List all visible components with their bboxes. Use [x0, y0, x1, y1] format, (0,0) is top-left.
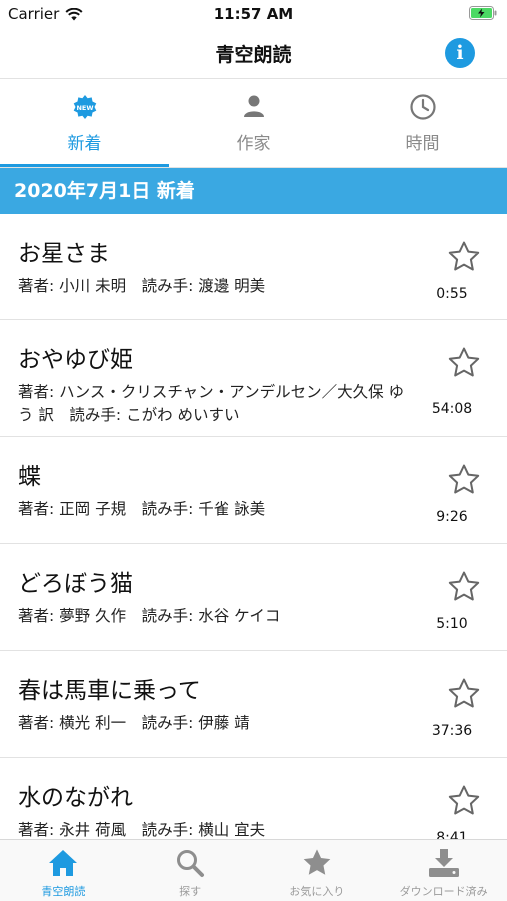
svg-text:NEW: NEW: [76, 104, 93, 112]
item-meta: 著者: 正岡 子規 読み手: 千雀 詠美: [18, 500, 266, 518]
tab-favorites-label: お気に入り: [289, 885, 345, 898]
tab-time[interactable]: 時間: [338, 79, 507, 167]
tab-favorites[interactable]: お気に入り: [254, 840, 381, 901]
battery-charging-icon: [469, 6, 497, 20]
item-duration: 0:55: [436, 286, 468, 302]
status-bar: Carrier 11:57 AM: [0, 0, 507, 28]
list-item[interactable]: お星さま 著者: 小川 未明 読み手: 渡邊 明美 0:55: [0, 214, 507, 320]
category-tabs: NEW 新着 作家 時間: [0, 79, 507, 168]
tab-home-label: 青空朗読: [41, 885, 86, 898]
clock-icon: [409, 94, 436, 120]
item-meta: 著者: 横光 利一 読み手: 伊藤 靖: [18, 714, 250, 732]
info-icon: i: [456, 42, 464, 64]
tab-home[interactable]: 青空朗読: [0, 840, 127, 901]
recording-list[interactable]: お星さま 著者: 小川 未明 読み手: 渡邊 明美 0:55 おやゆび姫 著者:…: [0, 214, 507, 839]
tab-time-label: 時間: [405, 134, 440, 154]
item-title: どろぼう猫: [18, 571, 133, 597]
item-title: 春は馬車に乗って: [18, 678, 201, 704]
list-item[interactable]: 蝶 著者: 正岡 子規 読み手: 千雀 詠美 9:26: [0, 437, 507, 544]
home-icon: [49, 850, 78, 876]
tab-author-label: 作家: [236, 134, 271, 154]
list-item[interactable]: おやゆび姫 著者: ハンス・クリスチャン・アンデルセン／大久保 ゆう 訳 読み手…: [0, 320, 507, 437]
search-icon: [177, 850, 205, 877]
download-icon: [428, 849, 459, 877]
tab-downloads[interactable]: ダウンロード済み: [380, 840, 507, 901]
item-title: 水のながれ: [18, 785, 133, 811]
item-duration: 5:10: [436, 616, 468, 632]
favorite-star-icon[interactable]: [447, 677, 481, 711]
list-item[interactable]: 春は馬車に乗って 著者: 横光 利一 読み手: 伊藤 靖 37:36: [0, 651, 507, 758]
item-title: 蝶: [18, 464, 41, 490]
item-title: お星さま: [18, 241, 110, 267]
selected-tab-indicator: [0, 164, 169, 167]
page-title: 青空朗読: [215, 44, 292, 66]
item-meta: 著者: 夢野 久作 読み手: 水谷 ケイコ: [18, 607, 281, 625]
item-duration: 54:08: [431, 401, 473, 417]
item-duration: 9:26: [436, 509, 468, 525]
clock-time: 11:57 AM: [213, 5, 294, 23]
item-meta: 著者: ハンス・クリスチャン・アンデルセン／大久保 ゆう 訳 読み手: こがわ …: [18, 383, 404, 424]
list-item[interactable]: どろぼう猫 著者: 夢野 久作 読み手: 水谷 ケイコ 5:10: [0, 544, 507, 651]
new-badge-icon: NEW: [73, 95, 96, 119]
person-icon: [243, 95, 264, 117]
favorite-star-icon[interactable]: [447, 570, 481, 604]
navigation-bar: 青空朗読 i: [0, 28, 507, 79]
item-duration: 8:41: [436, 830, 468, 839]
favorite-star-icon[interactable]: [447, 240, 481, 274]
star-icon: [303, 849, 331, 875]
tab-new-label: 新着: [67, 134, 102, 154]
tab-downloads-label: ダウンロード済み: [399, 885, 488, 898]
bottom-tab-bar: 青空朗読 探す お気に入り ダウンロード済み: [0, 839, 507, 901]
list-item[interactable]: 水のながれ 著者: 永井 荷風 読み手: 横山 宜夫 8:41: [0, 758, 507, 839]
tab-author[interactable]: 作家: [169, 79, 338, 167]
item-duration: 37:36: [431, 723, 473, 739]
tab-new[interactable]: NEW 新着: [0, 79, 169, 167]
tab-search-label: 探す: [179, 885, 202, 898]
tab-search[interactable]: 探す: [127, 840, 254, 901]
favorite-star-icon[interactable]: [447, 463, 481, 497]
item-title: おやゆび姫: [18, 347, 133, 373]
section-header: 2020年7月1日 新着: [0, 168, 507, 214]
info-button[interactable]: i: [445, 38, 475, 68]
item-meta: 著者: 永井 荷風 読み手: 横山 宜夫: [18, 821, 266, 839]
favorite-star-icon[interactable]: [447, 346, 481, 380]
item-meta: 著者: 小川 未明 読み手: 渡邊 明美: [18, 277, 266, 295]
favorite-star-icon[interactable]: [447, 784, 481, 818]
